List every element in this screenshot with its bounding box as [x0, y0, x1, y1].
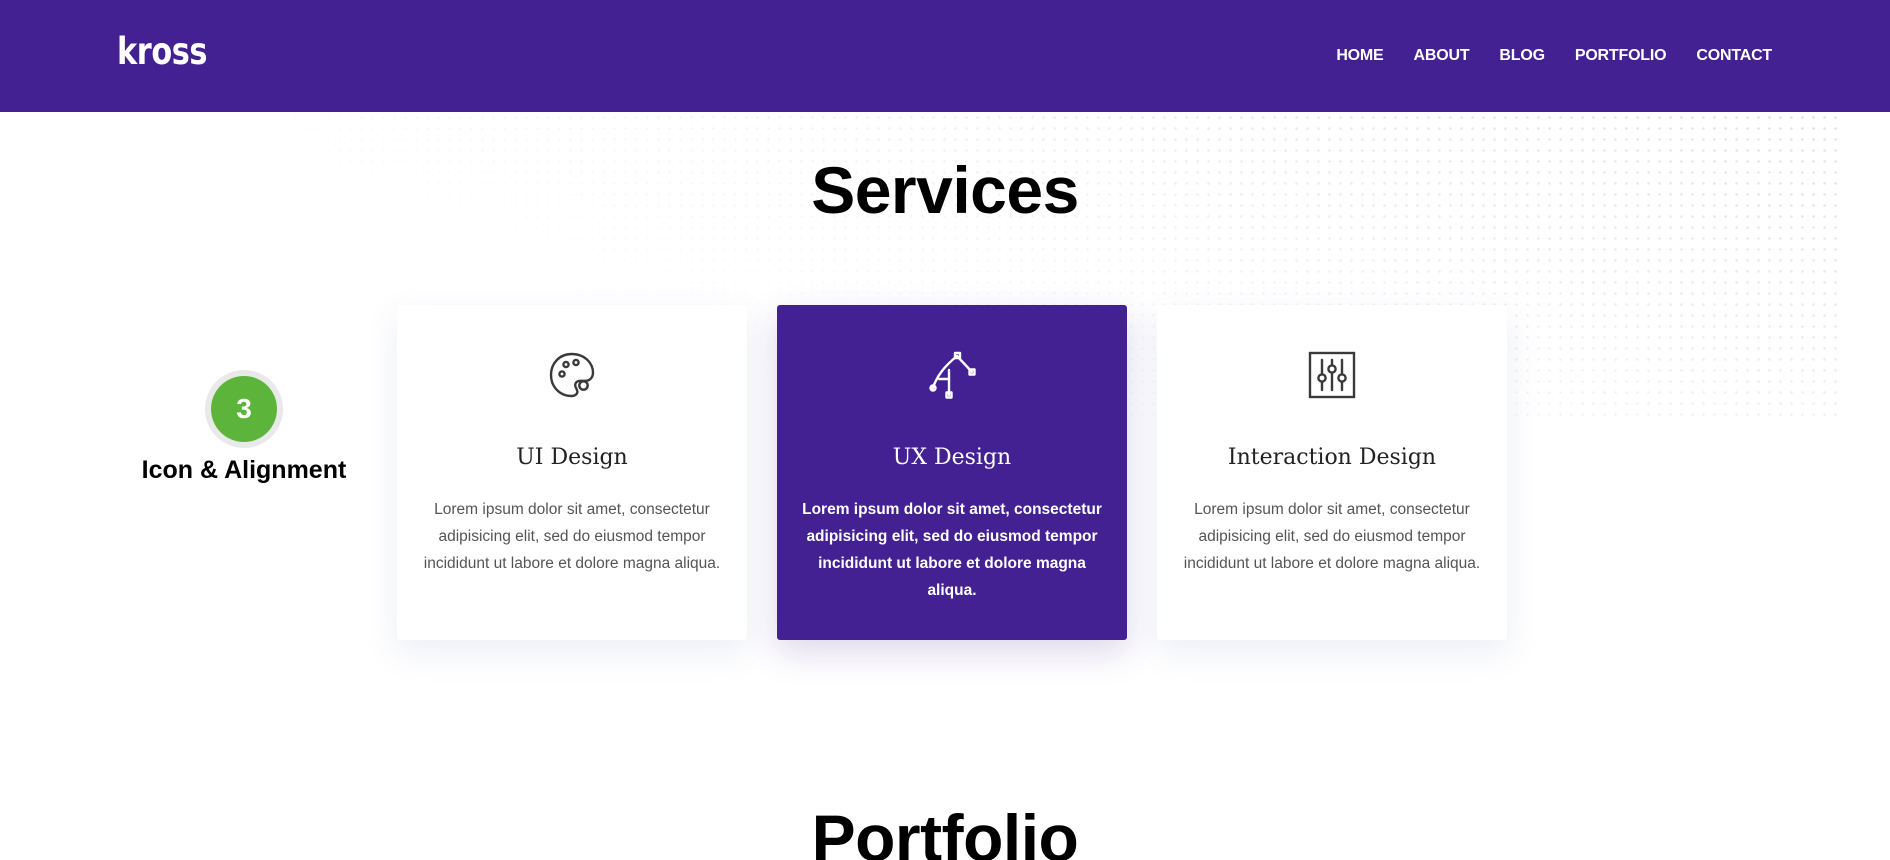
sliders-icon: [1308, 351, 1356, 399]
service-card-description: Lorem ipsum dolor sit amet, consectetur …: [802, 501, 1102, 599]
nav-blog[interactable]: BLOG: [1499, 47, 1545, 65]
service-card-title: Interaction Design: [1227, 445, 1437, 470]
step-number-badge: 3: [205, 370, 283, 448]
nav-about[interactable]: ABOUT: [1414, 47, 1470, 65]
portfolio-title: Portfolio: [811, 801, 1079, 860]
services-title: Services: [811, 153, 1079, 227]
service-card-title: UX Design: [892, 445, 1012, 470]
service-card-description: Lorem ipsum dolor sit amet, consectetur …: [423, 501, 721, 572]
service-card-interaction-design[interactable]: Interaction Design Lorem ipsum dolor sit…: [1157, 305, 1507, 640]
main-nav: HOME ABOUT BLOG PORTFOLIO CONTACT: [1336, 47, 1772, 65]
site-logo[interactable]: kross: [117, 30, 207, 73]
step-label: Icon & Alignment: [141, 456, 347, 484]
service-card-ux-design[interactable]: UX Design Lorem ipsum dolor sit amet, co…: [777, 305, 1127, 640]
site-header: kross HOME ABOUT BLOG PORTFOLIO CONTACT: [0, 0, 1890, 112]
service-card-title: UI Design: [516, 445, 628, 470]
step-number: 3: [211, 376, 277, 442]
vector-pen-icon: [929, 351, 976, 399]
service-card-description: Lorem ipsum dolor sit amet, consectetur …: [1183, 501, 1481, 572]
nav-contact[interactable]: CONTACT: [1696, 47, 1772, 65]
service-card-ui-design[interactable]: UI Design Lorem ipsum dolor sit amet, co…: [397, 305, 747, 640]
page: kross HOME ABOUT BLOG PORTFOLIO CONTACT …: [0, 0, 1890, 860]
nav-home[interactable]: HOME: [1336, 47, 1383, 65]
palette-icon: [549, 352, 595, 398]
nav-portfolio[interactable]: PORTFOLIO: [1575, 47, 1667, 65]
